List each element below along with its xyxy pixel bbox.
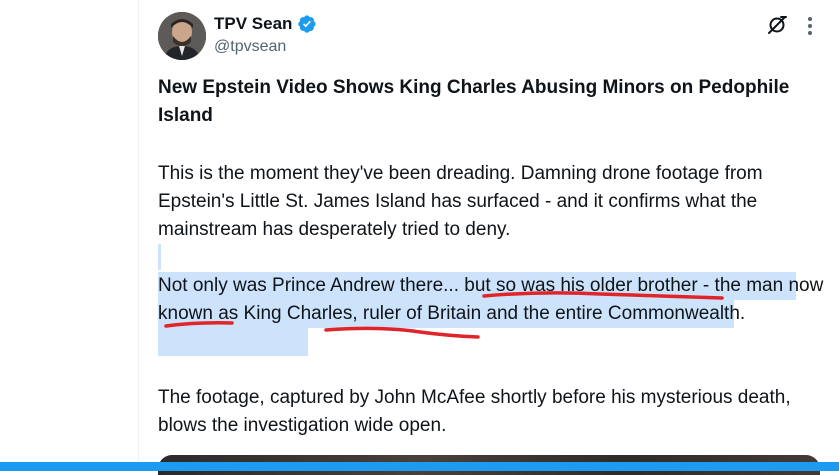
grok-icon[interactable]: [766, 14, 788, 36]
avatar[interactable]: [158, 12, 206, 60]
tweet-paragraph-3-text: The footage, captured by John McAfee sho…: [158, 387, 791, 436]
verified-badge-icon: [297, 14, 317, 34]
timeline-divider: [138, 0, 139, 471]
selection-highlight-line-3: [158, 328, 308, 356]
author-name[interactable]: TPV Sean: [214, 14, 292, 34]
tweet-title-text: New Epstein Video Shows King Charles Abu…: [158, 77, 790, 126]
selection-caret: [158, 244, 161, 270]
more-options-icon[interactable]: [798, 14, 822, 38]
tweet-paragraph-2-text: Not only was Prince Andrew there... but …: [158, 275, 824, 324]
tweet-paragraph-1-text: This is the moment they've been dreading…: [158, 163, 763, 240]
author-name-row: TPV Sean: [214, 12, 317, 36]
author-handle[interactable]: @tpvsean: [214, 38, 317, 56]
avatar-photo: [158, 12, 206, 60]
bottom-accent-bar: [0, 462, 839, 471]
tweet-title: New Epstein Video Shows King Charles Abu…: [158, 74, 830, 130]
author-block: TPV Sean @tpvsean: [214, 12, 317, 56]
tweet-paragraph-3: The footage, captured by John McAfee sho…: [158, 384, 830, 440]
tweet-paragraph-2[interactable]: Not only was Prince Andrew there... but …: [158, 272, 830, 328]
tweet-paragraph-1: This is the moment they've been dreading…: [158, 160, 830, 244]
